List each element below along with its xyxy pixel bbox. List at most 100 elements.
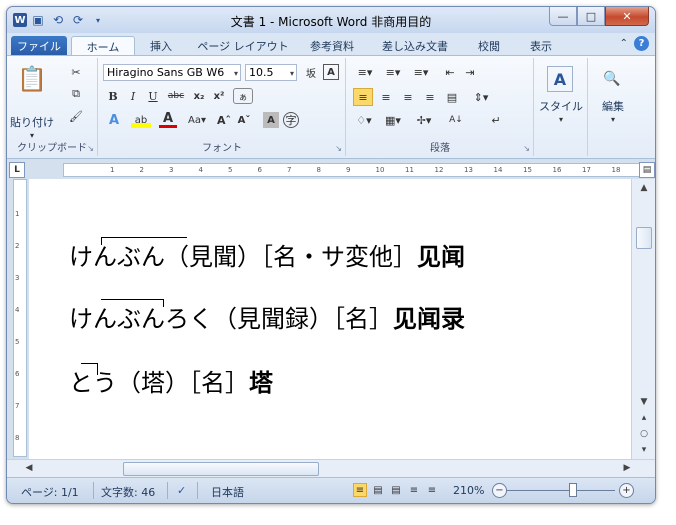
vertical-scrollbar[interactable]: ▲ ▼ ▴ ○ ▾ (631, 179, 655, 459)
view-ruler-icon[interactable]: ▤ (639, 162, 655, 178)
tab-references[interactable]: 参考資料 (299, 36, 365, 55)
justify-icon[interactable]: ≡ (421, 88, 439, 106)
zoom-in-icon[interactable]: + (619, 483, 634, 498)
shading-icon[interactable]: ♢▾ (353, 112, 375, 128)
shrink-font-icon[interactable]: Aˇ (235, 112, 253, 128)
next-page-icon[interactable]: ▾ (636, 443, 652, 457)
find-icon[interactable]: 🔍 (599, 66, 625, 92)
print-layout-icon[interactable]: ≡ (353, 483, 367, 497)
close-button[interactable]: ✕ (605, 7, 649, 26)
tab-page-layout[interactable]: ページ レイアウト (193, 36, 293, 55)
align-left-icon[interactable]: ≡ (353, 88, 373, 106)
distributed-icon[interactable]: ▤ (443, 88, 461, 106)
clipboard-launcher-icon[interactable]: ↘ (87, 144, 94, 153)
text-effects-icon[interactable]: A (105, 112, 123, 128)
clear-formatting-icon[interactable]: ぁ (233, 88, 253, 104)
full-screen-reading-icon[interactable]: ▤ (371, 483, 385, 497)
copy-icon[interactable]: ⧉ (67, 86, 85, 102)
format-painter-icon[interactable]: 🖌 (67, 108, 85, 124)
superscript-icon[interactable]: x² (211, 88, 227, 104)
tab-insert[interactable]: 挿入 (141, 36, 181, 55)
bold-icon[interactable]: B (105, 88, 121, 104)
web-layout-icon[interactable]: ▤ (389, 483, 403, 497)
chevron-down-icon[interactable]: ▾ (290, 65, 294, 80)
ruler-number: 1 (110, 166, 115, 174)
increase-indent-icon[interactable]: ⇥ (461, 64, 479, 80)
horizontal-scroll-thumb[interactable] (123, 462, 319, 476)
tab-home[interactable]: ホーム (71, 36, 135, 56)
grow-font-icon[interactable]: Aˆ (215, 112, 233, 128)
editing-button-label[interactable]: 編集 (589, 98, 637, 114)
previous-page-icon[interactable]: ▴ (636, 411, 652, 425)
scroll-up-icon[interactable]: ▲ (636, 181, 652, 195)
vertical-ruler-bar[interactable]: 1 2 3 4 5 6 7 8 (13, 179, 27, 457)
zoom-level[interactable]: 210% (453, 484, 484, 497)
paste-button-label[interactable]: 貼り付け (7, 114, 57, 130)
scroll-left-icon[interactable]: ◀ (21, 461, 37, 475)
font-size-input[interactable]: 10.5 ▾ (245, 64, 297, 81)
ruler-number: 3 (169, 166, 174, 174)
ruler-number: 5 (228, 166, 233, 174)
tab-view[interactable]: 表示 (521, 36, 561, 55)
underline-icon[interactable]: U (145, 88, 161, 104)
language[interactable]: 日本語 (211, 484, 244, 500)
change-case-icon[interactable]: Aa▾ (185, 112, 209, 128)
scroll-thumb[interactable] (636, 227, 652, 249)
word-count[interactable]: 文字数: 46 (101, 484, 155, 500)
highlight-color-icon[interactable]: ab (131, 112, 151, 128)
zoom-out-icon[interactable]: − (492, 483, 507, 498)
strikethrough-icon[interactable]: abc (165, 88, 187, 104)
ruler-bar[interactable]: 12345678910111213141516171819 (63, 163, 650, 177)
decrease-indent-icon[interactable]: ⇤ (441, 64, 459, 80)
outline-icon[interactable]: ≡ (407, 483, 421, 497)
subscript-icon[interactable]: x₂ (191, 88, 207, 104)
enclose-characters-icon[interactable]: 字 (283, 112, 299, 128)
zoom-slider[interactable] (507, 490, 615, 491)
browse-object-icon[interactable]: ○ (636, 427, 652, 441)
borders-icon[interactable]: ▦▾ (381, 112, 405, 128)
help-icon[interactable]: ? (634, 36, 649, 51)
character-border-icon[interactable]: A (323, 64, 339, 80)
ruler-number: 15 (523, 166, 532, 174)
entry-chinese: 塔 (249, 369, 273, 397)
tab-file[interactable]: ファイル (11, 36, 67, 55)
bullets-icon[interactable]: ≡▾ (353, 64, 377, 80)
draft-icon[interactable]: ≡ (425, 483, 439, 497)
vertical-ruler-number: 5 (15, 338, 20, 346)
zoom-slider-handle[interactable] (569, 483, 577, 497)
sort-icon[interactable]: A↓ (447, 112, 465, 128)
scroll-down-icon[interactable]: ▼ (636, 395, 652, 409)
asian-layout-icon[interactable]: ✢▾ (413, 112, 435, 128)
font-name-input[interactable]: Hiragino Sans GB W6 ▾ (103, 64, 241, 81)
document-area[interactable]: けんぶん（見聞）［名・サ変他］见闻 けんぶんろく（見聞録）［名］见闻录 とう（塔… (29, 179, 631, 459)
tab-selector-icon[interactable]: L (9, 162, 25, 178)
line-spacing-icon[interactable]: ⇕▾ (469, 88, 493, 106)
proofing-icon[interactable]: ✓ (177, 484, 186, 497)
tab-mailings[interactable]: 差し込み文書 (373, 36, 457, 55)
chevron-down-icon[interactable]: ▾ (556, 114, 566, 124)
horizontal-scrollbar[interactable]: ◀ ▶ (7, 459, 655, 477)
page-count[interactable]: ページ: 1/1 (21, 484, 79, 500)
align-center-icon[interactable]: ≡ (377, 88, 395, 106)
maximize-button[interactable]: □ (577, 7, 605, 26)
cut-icon[interactable]: ✂ (67, 64, 85, 80)
phonetic-guide-icon[interactable]: 坂 (303, 64, 319, 80)
scroll-right-icon[interactable]: ▶ (619, 461, 635, 475)
styles-icon[interactable]: A (547, 66, 573, 92)
font-launcher-icon[interactable]: ↘ (335, 144, 342, 153)
minimize-button[interactable]: — (549, 7, 577, 26)
numbering-icon[interactable]: ≡▾ (381, 64, 405, 80)
paste-icon[interactable]: 📋 (15, 62, 49, 96)
minimize-ribbon-icon[interactable]: ⌃ (620, 38, 628, 49)
chevron-down-icon[interactable]: ▾ (234, 65, 238, 80)
paragraph-launcher-icon[interactable]: ↘ (523, 144, 530, 153)
styles-button-label[interactable]: スタイル (535, 98, 587, 114)
align-right-icon[interactable]: ≡ (399, 88, 417, 106)
tab-review[interactable]: 校閲 (469, 36, 509, 55)
font-color-icon[interactable]: A (159, 111, 177, 128)
show-marks-icon[interactable]: ↵ (487, 112, 505, 128)
chevron-down-icon[interactable]: ▾ (608, 114, 618, 124)
multilevel-list-icon[interactable]: ≡▾ (409, 64, 433, 80)
italic-icon[interactable]: I (125, 88, 141, 104)
character-shading-icon[interactable]: A (263, 112, 279, 128)
